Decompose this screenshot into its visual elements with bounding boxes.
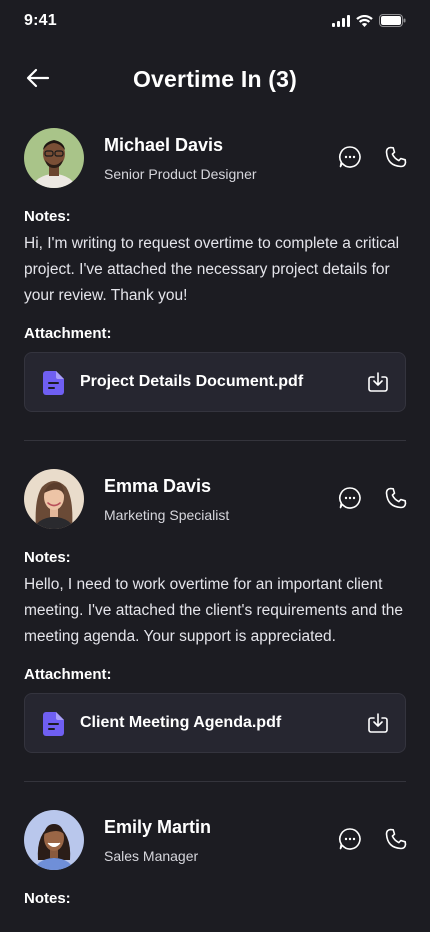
header: Overtime In (3)	[0, 56, 430, 104]
signal-icon	[332, 14, 350, 32]
status-bar: 9:41	[0, 0, 430, 44]
download-icon[interactable]	[365, 710, 391, 736]
person-row: Emma Davis Marketing Specialist	[24, 469, 407, 529]
chat-bubble-icon	[338, 145, 362, 174]
battery-icon	[379, 14, 406, 32]
employee-role: Senior Product Designer	[104, 166, 257, 182]
wifi-icon	[356, 14, 373, 32]
message-button[interactable]	[336, 145, 364, 173]
status-icons	[332, 14, 406, 32]
page-title: Overtime In (3)	[132, 66, 298, 92]
call-button[interactable]	[382, 827, 410, 855]
notes-text: Hi, I'm writing to request overtime to c…	[24, 235, 400, 304]
employee-name: Emma Davis	[104, 476, 212, 496]
call-button[interactable]	[382, 486, 410, 514]
notes-text: Hello, I need to work overtime for an im…	[24, 576, 404, 645]
request-card: Emma Davis Marketing Specialist Notes: H…	[24, 469, 407, 782]
request-card: Michael Davis Senior Product Designer No…	[24, 128, 407, 441]
call-button[interactable]	[382, 145, 410, 173]
download-icon[interactable]	[365, 369, 391, 395]
file-icon	[43, 371, 65, 400]
notes-label: Notes:	[24, 890, 71, 907]
divider	[24, 440, 406, 441]
person-row: Michael Davis Senior Product Designer	[24, 128, 407, 188]
employee-name: Michael Davis	[104, 135, 224, 155]
avatar	[24, 810, 84, 870]
person-row: Emily Martin Sales Manager	[24, 810, 407, 870]
employee-name: Emily Martin	[104, 817, 212, 837]
attachment-file[interactable]: Project Details Document.pdf	[24, 352, 406, 412]
phone-icon	[384, 486, 408, 515]
employee-role: Sales Manager	[104, 848, 199, 864]
divider	[24, 781, 406, 782]
request-card: Emily Martin Sales Manager Notes:	[24, 810, 407, 907]
chat-bubble-icon	[338, 827, 362, 856]
avatar	[24, 469, 84, 529]
message-button[interactable]	[336, 827, 364, 855]
phone-icon	[384, 827, 408, 856]
file-icon	[43, 712, 65, 741]
notes-label: Notes:	[24, 208, 71, 225]
attachment-file-name: Project Details Document.pdf	[80, 373, 304, 390]
overtime-request-list: Michael Davis Senior Product Designer No…	[24, 128, 407, 907]
attachment-label: Attachment:	[24, 325, 112, 342]
attachment-file[interactable]: Client Meeting Agenda.pdf	[24, 693, 406, 753]
chat-bubble-icon	[338, 486, 362, 515]
employee-role: Marketing Specialist	[104, 507, 230, 523]
attachment-file-name: Client Meeting Agenda.pdf	[80, 714, 282, 731]
message-button[interactable]	[336, 486, 364, 514]
notes-label: Notes:	[24, 549, 71, 566]
attachment-label: Attachment:	[24, 666, 112, 683]
phone-icon	[384, 145, 408, 174]
status-time: 9:41	[24, 12, 57, 29]
avatar	[24, 128, 84, 188]
